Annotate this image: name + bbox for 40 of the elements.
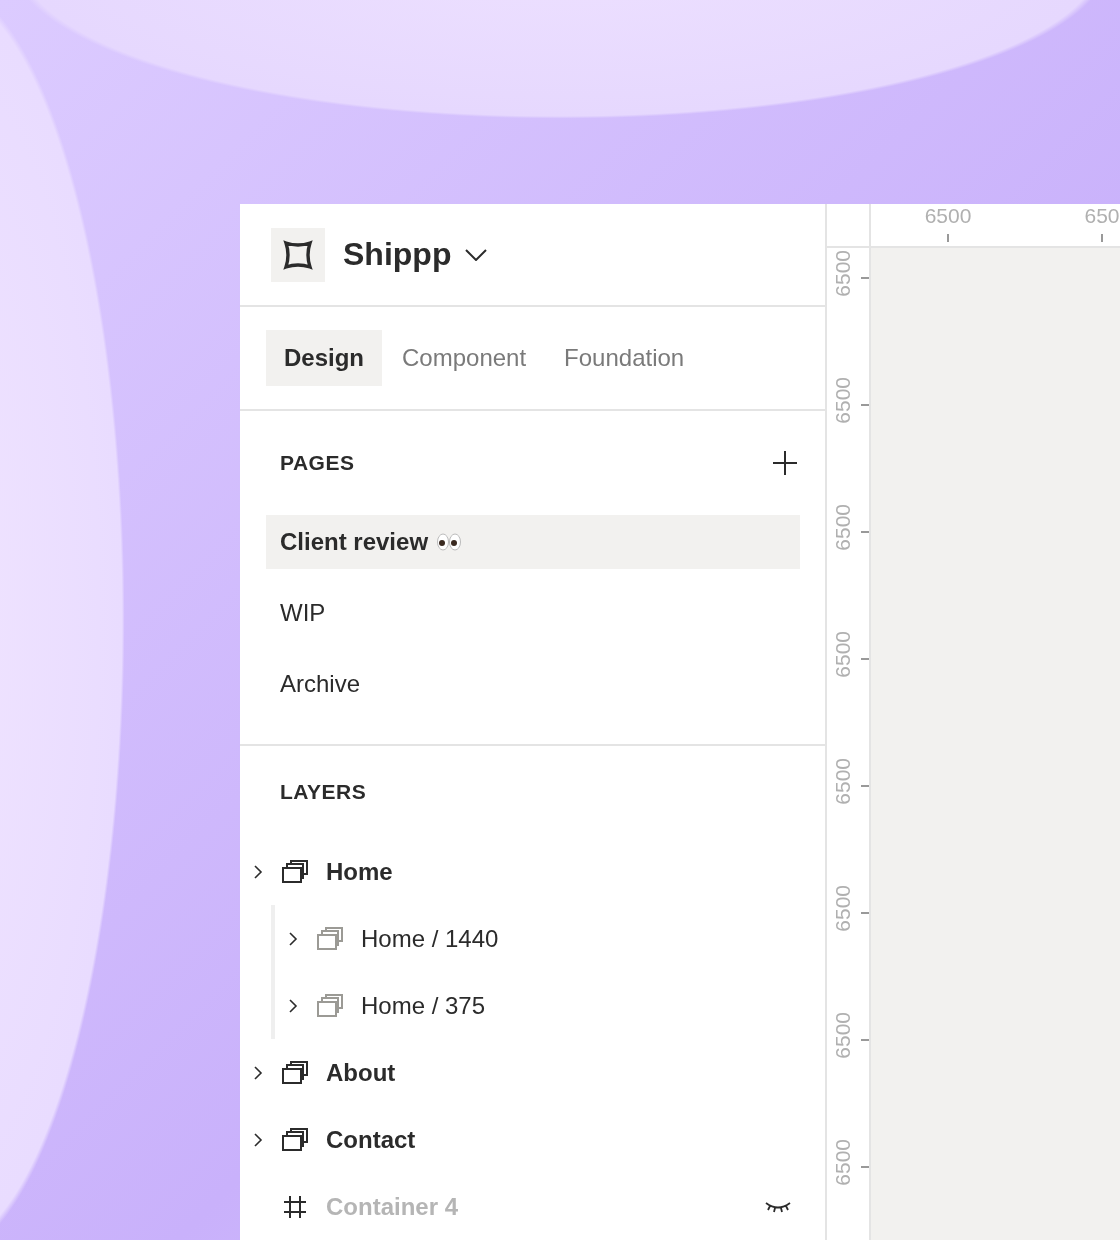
page-item[interactable]: WIP	[266, 586, 800, 640]
chevron-right-icon[interactable]	[252, 863, 264, 880]
tab[interactable]: Component	[384, 330, 545, 386]
hash-icon	[282, 1193, 308, 1220]
ruler-label: 6500	[831, 885, 855, 932]
frames-icon	[317, 993, 343, 1018]
eyes-icon	[436, 532, 463, 552]
ruler-label: 6500	[831, 758, 855, 805]
ruler-label: 6500	[831, 631, 855, 678]
section-title: PAGES	[280, 451, 355, 475]
tab[interactable]: Design	[266, 330, 382, 386]
frames-icon	[282, 1060, 308, 1085]
section-title: LAYERS	[280, 780, 367, 804]
frames-icon	[317, 926, 343, 951]
workspace-dropdown[interactable]: Shippp	[343, 236, 488, 273]
layer-name[interactable]: Contact	[326, 1125, 416, 1154]
eye-closed-icon[interactable]	[764, 1199, 792, 1214]
ruler-label: 6500	[831, 377, 855, 424]
chevron-right-icon[interactable]	[287, 997, 299, 1014]
ruler-label: 6500	[924, 204, 972, 228]
ruler-label: 6500	[831, 504, 855, 551]
chevron-right-icon[interactable]	[252, 1131, 264, 1148]
page-item[interactable]: Archive	[266, 657, 800, 711]
layer-name[interactable]: Home	[326, 857, 393, 886]
frames-icon	[282, 1127, 308, 1152]
ruler-label: 6500	[831, 250, 855, 297]
tab[interactable]: Foundation	[546, 330, 703, 386]
page-item[interactable]: Client review	[266, 515, 800, 569]
logo-icon	[271, 227, 325, 282]
chevron-right-icon[interactable]	[252, 1064, 264, 1081]
ruler-label: 6500	[831, 1012, 855, 1059]
chevron-down-icon	[465, 248, 488, 261]
ruler-label: 6500	[831, 1139, 855, 1186]
layer-name[interactable]: Home / 375	[361, 991, 486, 1020]
chevron-right-icon[interactable]	[287, 930, 299, 947]
layer-name[interactable]: About	[326, 1058, 396, 1087]
plus-icon[interactable]	[772, 450, 798, 476]
frames-icon	[282, 859, 308, 884]
ruler-label: 650	[1084, 204, 1120, 228]
layer-name[interactable]: Home / 1440	[361, 924, 499, 953]
